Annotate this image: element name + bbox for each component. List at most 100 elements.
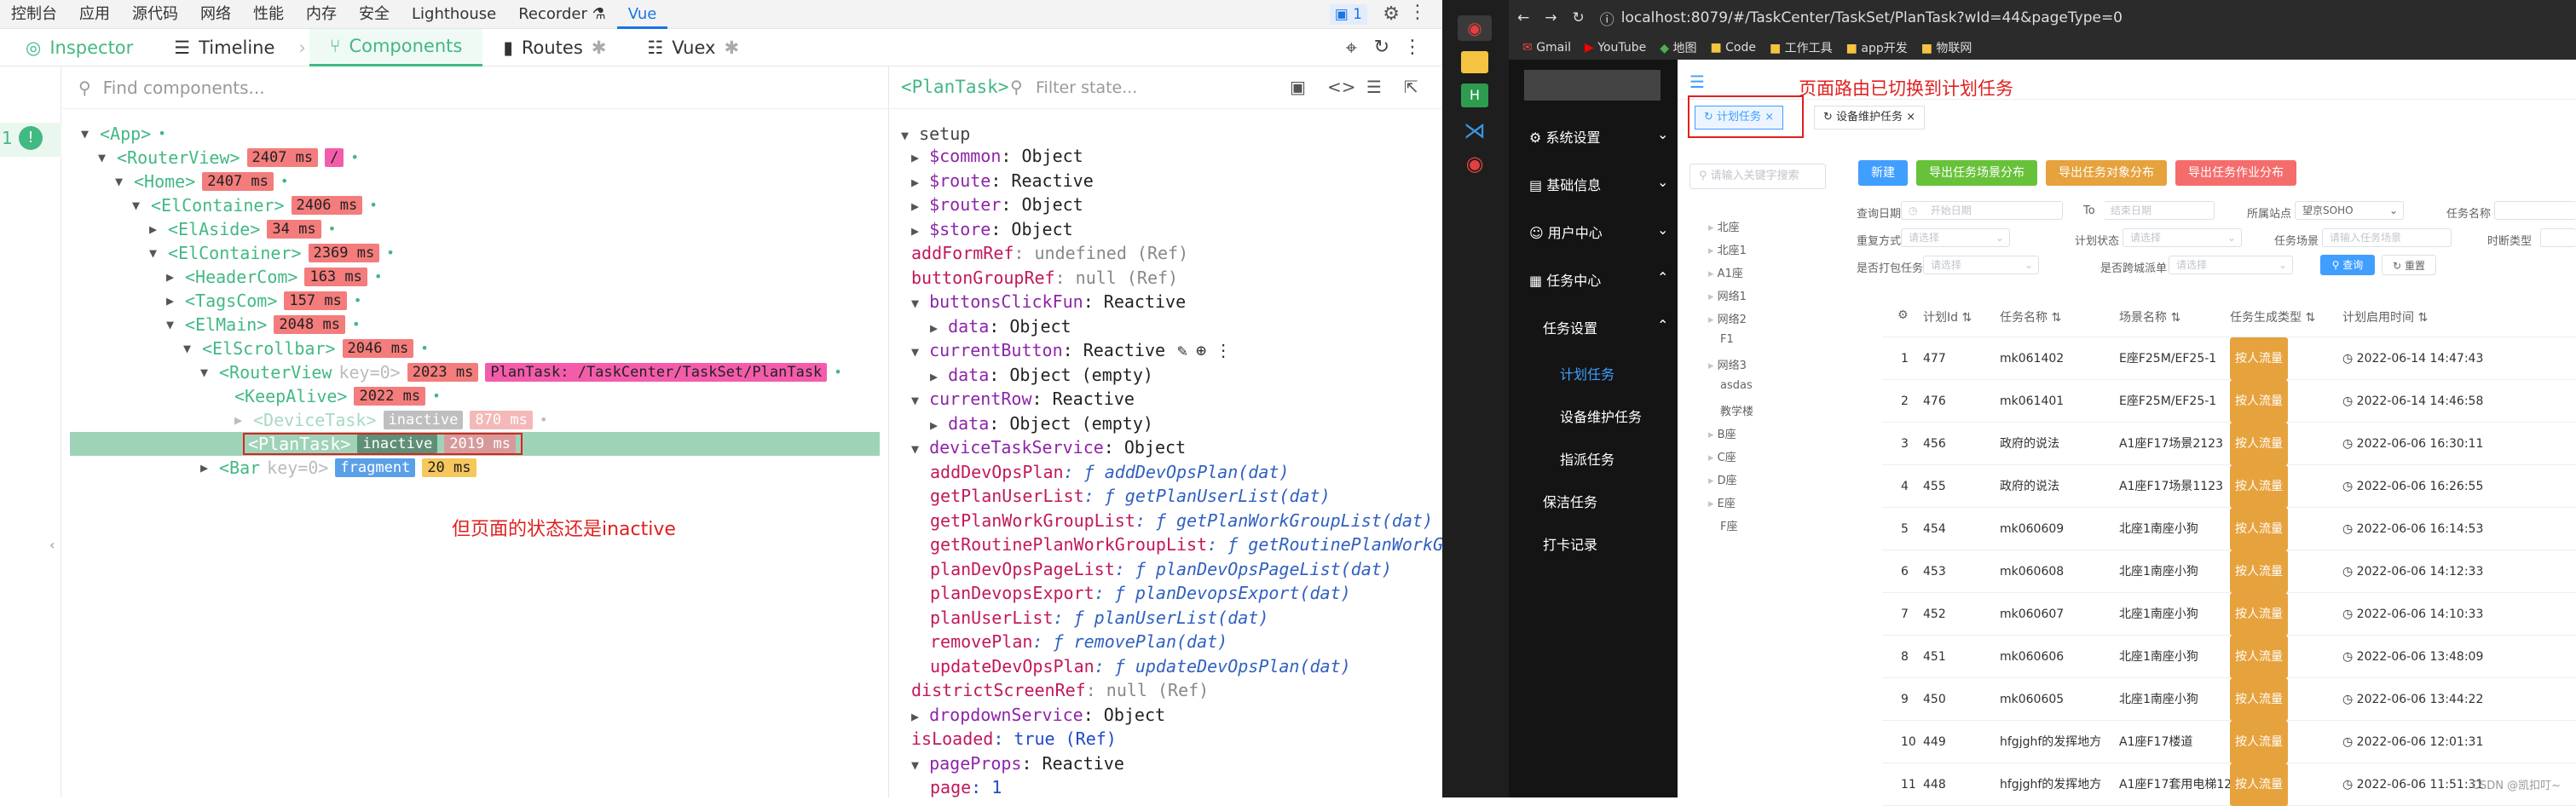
tab-vuex[interactable]: ☷ Vuex ✱ [627, 29, 760, 66]
table-row[interactable]: 4 455 政府的说法 A1座F17场景1123 按人流量 ◷ 2022-06-06 16… [1882, 465, 2576, 508]
url-field[interactable]: localhost:8079/#/TaskCenter/TaskSet/Plan… [1621, 9, 2123, 26]
tree-node-home[interactable]: ▼ <Home> 2407 ms • [115, 170, 289, 193]
tree-node-app[interactable]: ▼ <App> • [81, 123, 166, 145]
state-row[interactable]: buttonGroupRef: null (Ref) [911, 267, 1178, 289]
tree-item[interactable]: ▸ A1座 [1708, 264, 1743, 280]
vscode-icon[interactable]: ⋊ [1461, 119, 1488, 143]
end-date-input[interactable]: 结束日期 [2104, 201, 2215, 220]
tab-routes[interactable]: ▮ Routes ✱ [482, 29, 627, 66]
tree-item[interactable]: ▸ E座 [1708, 494, 1736, 510]
tree-node-elaside[interactable]: ▶ <ElAside> 34 ms • [149, 218, 336, 240]
state-row[interactable]: planDevopsExport: ƒ planDevopsExport(dat… [930, 582, 1351, 604]
scene-input[interactable]: 请输入任务场景 [2322, 228, 2452, 247]
state-row[interactable]: districtScreenRef: null (Ref) [911, 679, 1209, 701]
bookmark-code[interactable]: ■ Code [1710, 41, 1756, 55]
tree-item[interactable]: F座 [1720, 517, 1737, 533]
tree-node-plantask-selected[interactable]: <PlanTask> inactive 2019 ms [243, 433, 523, 455]
bookmark-tools[interactable]: ■ 工作工具 [1770, 39, 1833, 56]
tree-item[interactable]: 教学楼 [1720, 402, 1753, 418]
repeat-select[interactable]: 请选择 ⌄ [1901, 228, 2010, 247]
bookmark-maps[interactable]: ◆ 地图 [1660, 39, 1696, 56]
tree-node-elscrollbar[interactable]: ▼ <ElScrollbar> 2046 ms • [183, 337, 429, 360]
state-row[interactable]: ▶ $common: Object [911, 145, 1083, 167]
tree-item[interactable]: ▸ C座 [1708, 448, 1736, 464]
query-button[interactable]: ⚲ 查询 [2320, 255, 2375, 275]
edit-icon[interactable]: ✎ [1177, 340, 1187, 360]
table-row[interactable]: 6 453 mk060608 北座1南座小狗 按人流量 ◷ 2022-06-06 14:1… [1882, 550, 2576, 593]
add-icon[interactable]: ⊕ [1196, 340, 1206, 360]
tree-node-elcontainer-2[interactable]: ▼ <ElContainer> 2369 ms • [149, 242, 395, 264]
task-name-input[interactable] [2494, 201, 2576, 220]
table-row[interactable]: 7 452 mk060607 北座1南座小狗 按人流量 ◷ 2022-06-06 14:1… [1882, 593, 2576, 636]
hbuilder-icon[interactable]: H [1461, 83, 1488, 107]
new-button[interactable]: 新建 [1858, 160, 1908, 186]
tree-node-elcontainer[interactable]: ▼ <ElContainer> 2406 ms • [132, 194, 378, 216]
state-row[interactable]: ▶ $route: Reactive [911, 170, 1094, 192]
state-row[interactable]: ▶ data: Object (empty) [930, 412, 1153, 435]
state-row[interactable]: getPlanWorkGroupList: ƒ getPlanWorkGroup… [930, 510, 1433, 532]
tree-item[interactable]: ▸ 北座1 [1708, 241, 1747, 257]
more-vertical-icon[interactable]: ⋮ [1403, 37, 1422, 58]
reset-button[interactable]: ↻ 重置 [2382, 255, 2436, 275]
back-icon[interactable]: ← [1517, 9, 1529, 26]
tree-node-tagscom[interactable]: ▶ <TagsCom> 157 ms • [166, 290, 361, 312]
forward-icon[interactable]: → [1545, 9, 1557, 26]
state-row[interactable]: ▶ data: Object (empty) [930, 364, 1153, 386]
sidebar-item-assign-task[interactable]: 指派任务 [1560, 448, 1614, 469]
state-row[interactable]: getPlanUserList: ƒ getPlanUserList(dat) [930, 485, 1331, 507]
table-row[interactable]: 10 449 hfgjghf的发挥地方 A1座F17楼道 按人流量 ◷ 2022-06-0… [1882, 721, 2576, 763]
state-row[interactable]: ▼ deviceTaskService: Object [911, 436, 1186, 458]
state-row[interactable]: page: 1 [930, 776, 1002, 798]
state-row[interactable]: ▼ pageProps: Reactive [911, 752, 1124, 774]
sidebar-item-user[interactable]: ☺ 用户中心 ⌄ [1529, 222, 1668, 242]
warning-icon[interactable]: ! [19, 126, 43, 150]
state-row[interactable]: isLoaded: true (Ref) [911, 728, 1117, 750]
reload-icon[interactable]: ↻ [1573, 9, 1585, 26]
tree-item[interactable]: ▸ 网络3 [1708, 356, 1747, 372]
state-row[interactable]: updateDevOpsPlan: ƒ updateDevOpsPlan(dat… [930, 655, 1351, 677]
tab-device-task[interactable]: ↻ 设备维护任务 × [1814, 106, 1926, 130]
column-header-type[interactable]: 任务生成类型 ⇅ [2230, 308, 2315, 325]
state-row[interactable]: ▶ dropdownService: Object [911, 704, 1165, 726]
component-search[interactable]: ⚲ Find components... [61, 66, 889, 109]
packaged-select[interactable]: 请选择 ⌄ [1923, 256, 2039, 274]
table-row[interactable]: 2 476 mk061401 E座F25M/EF25-1 按人流量 ◷ 2022-06-1… [1882, 380, 2576, 423]
screenshot-icon[interactable]: ▣ [1290, 77, 1306, 97]
collapse-left-icon[interactable]: ‹ [49, 537, 55, 553]
table-row[interactable]: 9 450 mk060605 北座1南座小狗 按人流量 ◷ 2022-06-06 13:4… [1882, 678, 2576, 721]
sidebar-item-system[interactable]: ⚙ 系统设置 ⌄ [1529, 126, 1668, 147]
column-header-scene[interactable]: 场景名称 ⇅ [2119, 308, 2180, 325]
more-vertical-icon[interactable]: ⋮ [1215, 340, 1232, 360]
tree-node-bar[interactable]: ▶ <Bar key=0> fragment 20 ms [200, 457, 477, 479]
menu-toggle-icon[interactable]: ☰ [1689, 72, 1705, 92]
state-row[interactable]: addFormRef: undefined (Ref) [911, 242, 1188, 264]
state-row[interactable]: ▼ currentButton: Reactive ✎ ⊕ ⋮ [911, 339, 1232, 361]
state-row[interactable]: ▶ $store: Object [911, 218, 1073, 240]
tree-item[interactable]: ▸ D座 [1708, 471, 1737, 487]
tab-security[interactable]: 安全 [348, 0, 401, 29]
tab-components[interactable]: ⑂ Components [309, 28, 483, 66]
sidebar-item-checkin[interactable]: 打卡记录 [1543, 533, 1597, 554]
crosshair-icon[interactable]: ⌖ [1345, 36, 1357, 60]
bookmark-youtube[interactable]: ▶ YouTube [1585, 41, 1646, 55]
tree-item[interactable]: ▸ 网络2 [1708, 310, 1747, 326]
issues-badge[interactable]: ▣ 1 [1329, 4, 1367, 25]
column-header-time[interactable]: 计划启用时间 ⇅ [2342, 308, 2428, 325]
tree-item[interactable]: asdas [1720, 379, 1753, 392]
chrome-icon[interactable]: ◉ [1461, 152, 1488, 176]
column-header-name[interactable]: 任务名称 ⇅ [2000, 308, 2061, 325]
time-type-select[interactable] [2540, 228, 2576, 247]
tree-item[interactable]: ▸ 网络1 [1708, 287, 1747, 303]
tab-recorder[interactable]: Recorder ⚗ [507, 0, 617, 29]
tree-node-routerview-inner[interactable]: ▼ <RouterView key=0> 2023 ms PlanTask: /Task… [200, 361, 842, 383]
chrome-icon[interactable]: ◉ [1458, 15, 1492, 41]
tree-node-headercom[interactable]: ▶ <HeaderCom> 163 ms • [166, 266, 383, 288]
tree-item[interactable]: ▸ B座 [1708, 425, 1736, 441]
tree-node-routerview[interactable]: ▼ <RouterView> 2407 ms / • [98, 147, 359, 169]
tab-inspector[interactable]: ◎ Inspector [0, 29, 153, 66]
table-row[interactable]: 5 454 mk060609 北座1南座小狗 按人流量 ◷ 2022-06-06 16:1… [1882, 508, 2576, 550]
component-search-input[interactable]: Find components... [103, 78, 265, 98]
tree-node-elmain[interactable]: ▼ <ElMain> 2048 ms • [166, 314, 361, 336]
plan-status-select[interactable]: 请选择 ⌄ [2123, 228, 2242, 247]
cross-city-select[interactable]: 请选择 ⌄ [2169, 256, 2293, 274]
